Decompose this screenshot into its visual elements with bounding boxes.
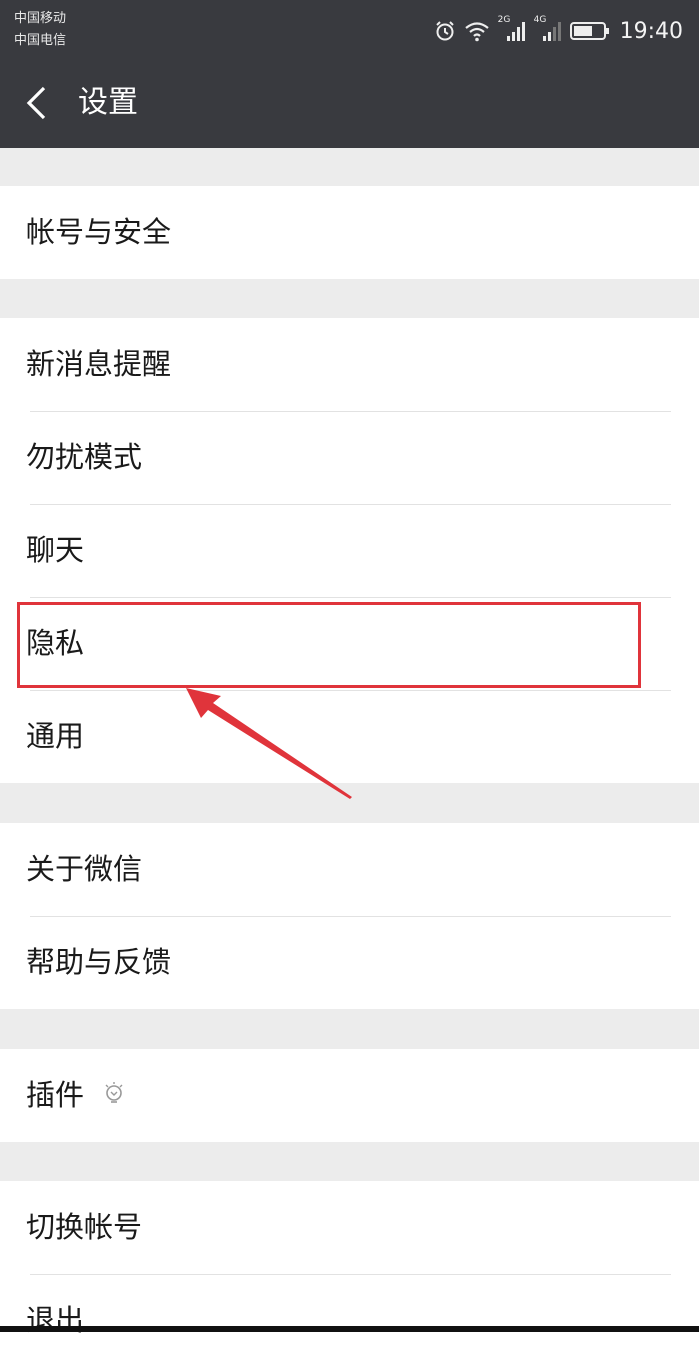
status-indicators: 2G 4G 19:40 (434, 15, 683, 46)
settings-item-chat[interactable]: 聊天 (0, 504, 699, 597)
network-type-1: 2G (497, 15, 511, 25)
settings-item-label: 退出 (26, 1303, 85, 1337)
settings-item-about-wechat[interactable]: 关于微信 (0, 823, 699, 916)
settings-group-general: 新消息提醒 勿扰模式 聊天 隐私 通用 (0, 318, 699, 783)
settings-group-account: 帐号与安全 (0, 186, 699, 279)
settings-item-label: 新消息提醒 (26, 347, 172, 381)
settings-item-label: 勿扰模式 (26, 440, 143, 474)
carrier-2-label: 中国电信 (14, 33, 67, 48)
carrier-1-label: 中国移动 (14, 11, 67, 26)
chevron-left-icon (26, 86, 46, 120)
alarm-icon (434, 20, 456, 42)
network-type-2: 4G (533, 15, 547, 25)
signal-icon-sim2: 4G (534, 15, 562, 43)
settings-item-label: 插件 (26, 1078, 85, 1112)
settings-item-plugins[interactable]: 插件 (0, 1049, 699, 1142)
settings-item-label: 隐私 (26, 626, 85, 660)
bottom-edge (0, 1326, 699, 1332)
settings-group-session: 切换帐号 退出 (0, 1181, 699, 1367)
battery-icon (569, 21, 610, 41)
settings-item-switch-account[interactable]: 切换帐号 (0, 1181, 699, 1274)
settings-item-account-security[interactable]: 帐号与安全 (0, 186, 699, 279)
signal-icon-sim1: 2G (498, 15, 526, 43)
settings-item-label: 通用 (26, 719, 85, 753)
lightbulb-icon (105, 1082, 123, 1103)
settings-item-do-not-disturb[interactable]: 勿扰模式 (0, 411, 699, 504)
settings-item-label: 帮助与反馈 (26, 945, 172, 979)
nav-bar: 设置 (0, 62, 699, 148)
settings-item-label: 聊天 (26, 533, 85, 567)
settings-group-about: 关于微信 帮助与反馈 (0, 823, 699, 1009)
settings-item-label: 切换帐号 (26, 1210, 143, 1244)
back-button[interactable] (20, 82, 60, 126)
settings-item-label: 帐号与安全 (26, 215, 172, 249)
page-title: 设置 (78, 85, 138, 120)
wifi-icon (464, 20, 490, 42)
status-bar: 中国移动 中国电信 2G 4G 19:40 (0, 0, 699, 62)
settings-item-new-message-alerts[interactable]: 新消息提醒 (0, 318, 699, 411)
settings-group-plugins: 插件 (0, 1049, 699, 1142)
settings-item-help-feedback[interactable]: 帮助与反馈 (0, 916, 699, 1009)
clock-time: 19:40 (619, 18, 683, 44)
settings-item-logout[interactable]: 退出 (0, 1274, 699, 1367)
settings-item-general[interactable]: 通用 (0, 690, 699, 783)
settings-item-label: 关于微信 (26, 852, 143, 886)
settings-item-privacy[interactable]: 隐私 (0, 597, 699, 690)
